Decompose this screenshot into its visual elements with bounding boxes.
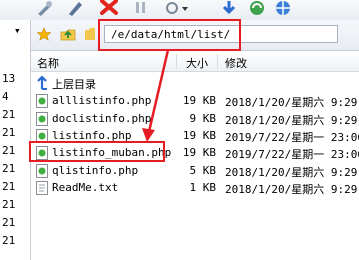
go-up-icon[interactable] (60, 27, 76, 41)
parent-directory-row[interactable]: 上层目录 (31, 74, 359, 92)
column-header: 名称 大小 修改 (31, 52, 359, 72)
annotation-arrow (142, 49, 170, 142)
left-pane-number: 21 (2, 180, 16, 193)
file-date: 2019/7/22/星期一 23:06 (225, 131, 359, 144)
php-file-icon (36, 164, 48, 178)
column-size[interactable]: 大小 (186, 55, 208, 71)
file-date: 2018/1/20/星期六 9:29 (225, 96, 358, 109)
left-pane-number: 21 (2, 216, 16, 229)
download-icon[interactable] (220, 0, 238, 16)
file-name: qlistinfo.php (52, 164, 139, 177)
left-pane-number: 21 (2, 234, 16, 247)
file-name: ReadMe.txt (52, 181, 119, 194)
pause-icon[interactable] (134, 0, 148, 16)
file-row[interactable]: doclistinfo.php 9 KB 2018/1/20/星期六 9:29 (31, 110, 359, 128)
left-pane-number: 13 (2, 72, 16, 85)
file-date: 2018/1/20/星期六 9:29 (225, 166, 358, 179)
folder-icon (85, 28, 95, 40)
delete-icon[interactable] (100, 0, 118, 16)
column-modified[interactable]: 修改 (225, 55, 247, 71)
parent-directory-label: 上层目录 (52, 78, 96, 91)
tool-icon[interactable] (36, 0, 54, 16)
left-pane-number: 21 (2, 126, 16, 139)
file-date: 2018/1/20/星期六 9:29 (225, 183, 358, 196)
edit-icon[interactable] (66, 0, 84, 16)
column-name[interactable]: 名称 (37, 55, 59, 71)
properties-icon[interactable] (165, 0, 191, 16)
file-size: 1 KB (189, 181, 217, 194)
bookmark-star-icon[interactable] (37, 27, 51, 41)
text-file-icon (36, 181, 48, 195)
left-pane-arrow: ▾ (14, 24, 21, 37)
file-row[interactable]: ReadMe.txt 1 KB 2018/1/20/星期六 9:29 (31, 179, 359, 197)
php-file-icon (36, 94, 48, 108)
file-name: doclistinfo.php (52, 112, 152, 125)
sync-icon[interactable] (246, 0, 268, 16)
file-name: alllistinfo.php (52, 94, 152, 107)
file-row[interactable]: alllistinfo.php 19 KB 2018/1/20/星期六 9:29 (31, 92, 359, 110)
left-pane: ▾ 13 4 21 21 21 21 21 21 21 21 (0, 20, 31, 260)
file-row[interactable]: qlistinfo.php 5 KB 2018/1/20/星期六 9:29 (31, 162, 359, 180)
address-highlight (98, 19, 241, 51)
php-file-icon (36, 112, 48, 126)
left-pane-number: 4 (2, 90, 9, 103)
toolbar (0, 0, 359, 20)
file-date: 2019/7/22/星期一 23:06 (225, 148, 359, 161)
up-arrow-icon (37, 76, 47, 90)
left-pane-number: 21 (2, 198, 16, 211)
left-pane-number: 21 (2, 108, 16, 121)
file-date: 2018/1/20/星期六 9:29 (225, 114, 358, 127)
file-size: 5 KB (189, 164, 217, 177)
web-icon[interactable] (272, 0, 294, 16)
left-pane-number: 21 (2, 144, 16, 157)
left-pane-number: 21 (2, 162, 16, 175)
